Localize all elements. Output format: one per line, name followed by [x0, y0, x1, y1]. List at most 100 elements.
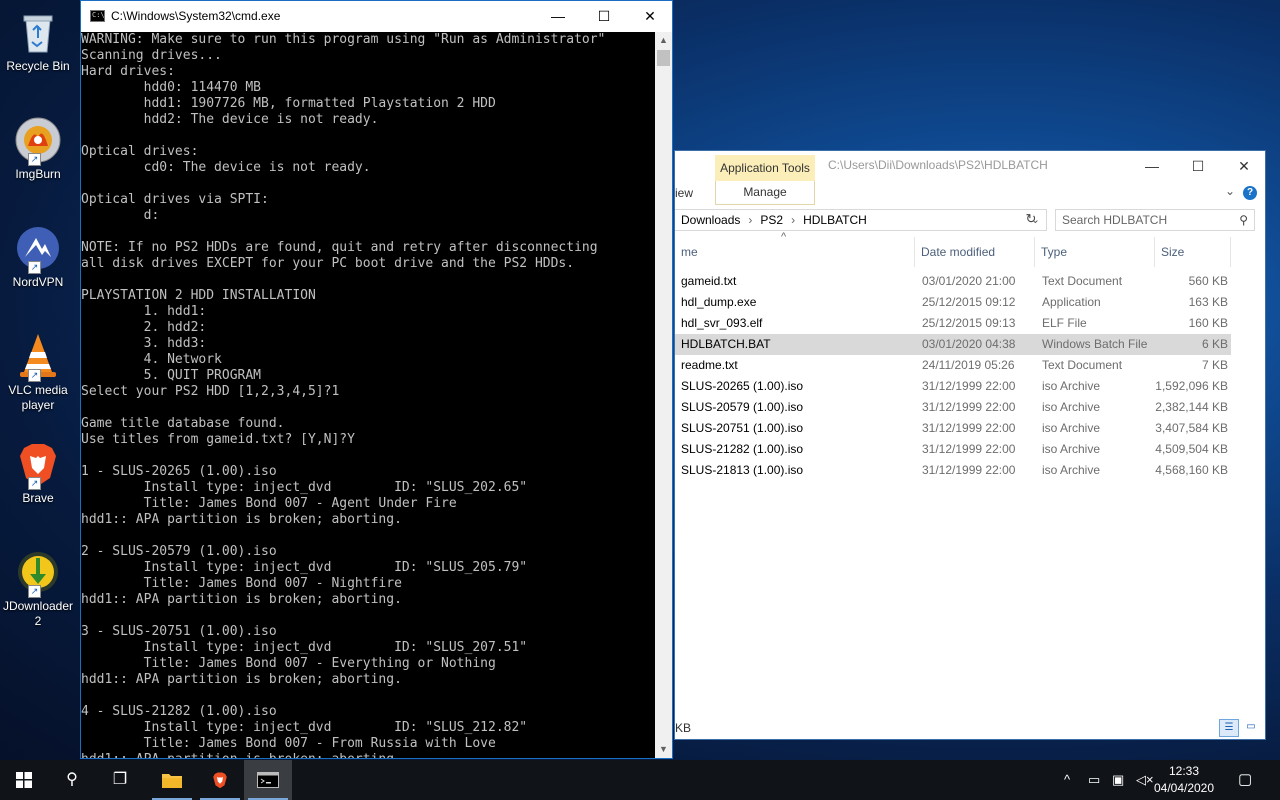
console-line: Title: James Bond 007 - From Russia with… [81, 736, 496, 751]
desktop-icon-imgburn[interactable]: ↗ ImgBurn [0, 116, 76, 182]
close-button[interactable]: ✕ [627, 1, 672, 32]
console-output[interactable]: WARNING: Make sure to run this program u… [81, 32, 657, 758]
file-date-modified: 03/01/2020 21:00 [922, 274, 1016, 288]
show-hidden-icons[interactable]: ^ [1064, 760, 1070, 800]
column-size[interactable]: Size [1155, 237, 1231, 267]
help-icon[interactable]: ? [1243, 186, 1257, 200]
file-name: hdl_dump.exe [681, 295, 757, 309]
view-tab[interactable]: iew [675, 186, 693, 200]
manage-tab[interactable]: Manage [715, 181, 815, 205]
maximize-button[interactable]: ☐ [581, 1, 627, 32]
network-icon[interactable]: ▣ [1112, 760, 1124, 800]
file-row[interactable]: gameid.txt 03/01/2020 21:00 Text Document 5… [675, 271, 1231, 292]
column-type[interactable]: Type [1035, 237, 1155, 267]
file-date-modified: 31/12/1999 22:00 [922, 400, 1016, 414]
nordvpn-icon: ↗ [14, 224, 62, 274]
console-line: Title: James Bond 007 - Everything or No… [81, 656, 496, 671]
breadcrumb-ps2[interactable]: PS2 [760, 213, 783, 227]
desktop-icon-jdownloader[interactable]: ↗ JDownloader 2 [0, 548, 76, 629]
cmd-icon: C:\ [90, 10, 105, 22]
close-button[interactable]: ✕ [1221, 151, 1265, 181]
taskbar-brave[interactable] [196, 760, 244, 800]
scroll-up-icon[interactable]: ▲ [655, 32, 672, 49]
address-bar[interactable]: Downloads › PS2 › HDLBATCH ⌄ [675, 209, 1047, 231]
file-size: 4,509,504 KB [1155, 442, 1228, 456]
start-button[interactable] [0, 760, 48, 800]
battery-icon[interactable]: ▭ [1088, 760, 1100, 800]
file-row[interactable]: readme.txt 24/11/2019 05:26 Text Document 7… [675, 355, 1231, 376]
maximize-button[interactable]: ☐ [1175, 151, 1221, 181]
file-date-modified: 31/12/1999 22:00 [922, 463, 1016, 477]
jdownloader-icon: ↗ [14, 548, 62, 598]
file-row[interactable]: SLUS-21813 (1.00).iso 31/12/1999 22:00 iso… [675, 460, 1231, 481]
console-line: hdd1:: APA partition is broken; aborting… [81, 752, 657, 758]
cmd-window[interactable]: C:\ C:\Windows\System32\cmd.exe — ☐ ✕ WA… [80, 0, 673, 759]
scrollbar[interactable]: ▲ ▼ [655, 32, 672, 758]
notifications-icon[interactable]: ▢ [1238, 760, 1252, 800]
file-row[interactable]: hdl_svr_093.elf 25/12/2015 09:13 ELF File 1… [675, 313, 1231, 334]
file-date-modified: 03/01/2020 04:38 [922, 337, 1016, 351]
column-name[interactable]: me [675, 237, 915, 267]
console-line: 4. Network [81, 352, 222, 367]
file-name: SLUS-21282 (1.00).iso [681, 442, 804, 456]
search-button[interactable]: ⚲ [48, 760, 96, 800]
cmd-title-bar[interactable]: C:\ C:\Windows\System32\cmd.exe — ☐ ✕ [81, 1, 672, 32]
file-row[interactable]: hdl_dump.exe 25/12/2015 09:12 Application 1… [675, 292, 1231, 313]
clock[interactable]: 12:33 04/04/2020 [1152, 763, 1216, 797]
details-view-icon[interactable]: ☰ [1219, 719, 1239, 737]
file-row[interactable]: SLUS-20265 (1.00).iso 31/12/1999 22:00 iso… [675, 376, 1231, 397]
desktop-icon-brave[interactable]: ↗ Brave [0, 440, 76, 506]
file-name: SLUS-20751 (1.00).iso [681, 421, 804, 435]
column-headers: ^ me Date modified Type Size [675, 231, 1265, 267]
desktop-icon-recycle-bin[interactable]: Recycle Bin [0, 8, 76, 74]
file-size: 7 KB [1201, 358, 1228, 372]
file-row[interactable]: SLUS-21282 (1.00).iso 31/12/1999 22:00 iso… [675, 439, 1231, 460]
search-input[interactable]: Search HDLBATCH ⚲ [1055, 209, 1255, 231]
task-view-button[interactable]: ❐ [96, 760, 144, 800]
file-name: readme.txt [681, 358, 738, 372]
file-type: iso Archive [1042, 442, 1101, 456]
minimize-button[interactable]: — [535, 1, 581, 32]
file-row[interactable]: HDLBATCH.BAT 03/01/2020 04:38 Windows Batc… [675, 334, 1231, 355]
explorer-window-title: C:\Users\Dii\Downloads\PS2\HDLBATCH [828, 158, 1048, 172]
clock-date: 04/04/2020 [1153, 781, 1215, 795]
file-row[interactable]: SLUS-20579 (1.00).iso 31/12/1999 22:00 iso… [675, 397, 1231, 418]
file-date-modified: 24/11/2019 05:26 [922, 358, 1015, 372]
scroll-thumb[interactable] [657, 50, 670, 66]
file-name: gameid.txt [681, 274, 737, 288]
taskbar-cmd[interactable] [244, 760, 292, 800]
file-type: iso Archive [1042, 379, 1101, 393]
volume-icon[interactable]: ◁× [1136, 760, 1154, 800]
large-icons-view-icon[interactable]: ▭ [1241, 719, 1261, 737]
console-line: Hard drives: [81, 64, 175, 79]
breadcrumb-hdlbatch[interactable]: HDLBATCH [803, 213, 867, 227]
refresh-icon[interactable]: ↻ [1022, 210, 1040, 228]
desktop-icon-nordvpn[interactable]: ↗ NordVPN [0, 224, 76, 290]
explorer-title-bar[interactable]: Application Tools C:\Users\Dii\Downloads… [675, 151, 1265, 181]
scroll-down-icon[interactable]: ▼ [655, 741, 672, 758]
console-line: Install type: inject_dvd ID: "SLUS_207.5… [81, 640, 528, 655]
breadcrumb-separator-icon[interactable]: › [791, 213, 795, 227]
taskbar-file-explorer[interactable] [148, 760, 196, 800]
file-type: iso Archive [1042, 463, 1101, 477]
file-row[interactable]: SLUS-20751 (1.00).iso 31/12/1999 22:00 iso… [675, 418, 1231, 439]
file-name: SLUS-20579 (1.00).iso [681, 400, 804, 414]
console-line: Game title database found. [81, 416, 285, 431]
expand-ribbon-icon[interactable]: ⌄ [1225, 184, 1235, 198]
search-icon[interactable]: ⚲ [1239, 210, 1248, 230]
desktop-icon-vlc[interactable]: ↗ VLC media player [0, 332, 76, 413]
breadcrumb-downloads[interactable]: Downloads [681, 213, 740, 227]
breadcrumb-separator-icon[interactable]: › [748, 213, 752, 227]
file-explorer-window[interactable]: Application Tools C:\Users\Dii\Downloads… [674, 150, 1266, 740]
minimize-button[interactable]: — [1129, 151, 1175, 181]
column-date-modified[interactable]: Date modified [915, 237, 1035, 267]
console-line: Install type: inject_dvd ID: "SLUS_205.7… [81, 560, 528, 575]
console-line: all disk drives EXCEPT for your PC boot … [81, 256, 575, 271]
desktop-icon-label: Recycle Bin [6, 59, 70, 73]
application-tools-tab[interactable]: Application Tools [715, 155, 815, 181]
